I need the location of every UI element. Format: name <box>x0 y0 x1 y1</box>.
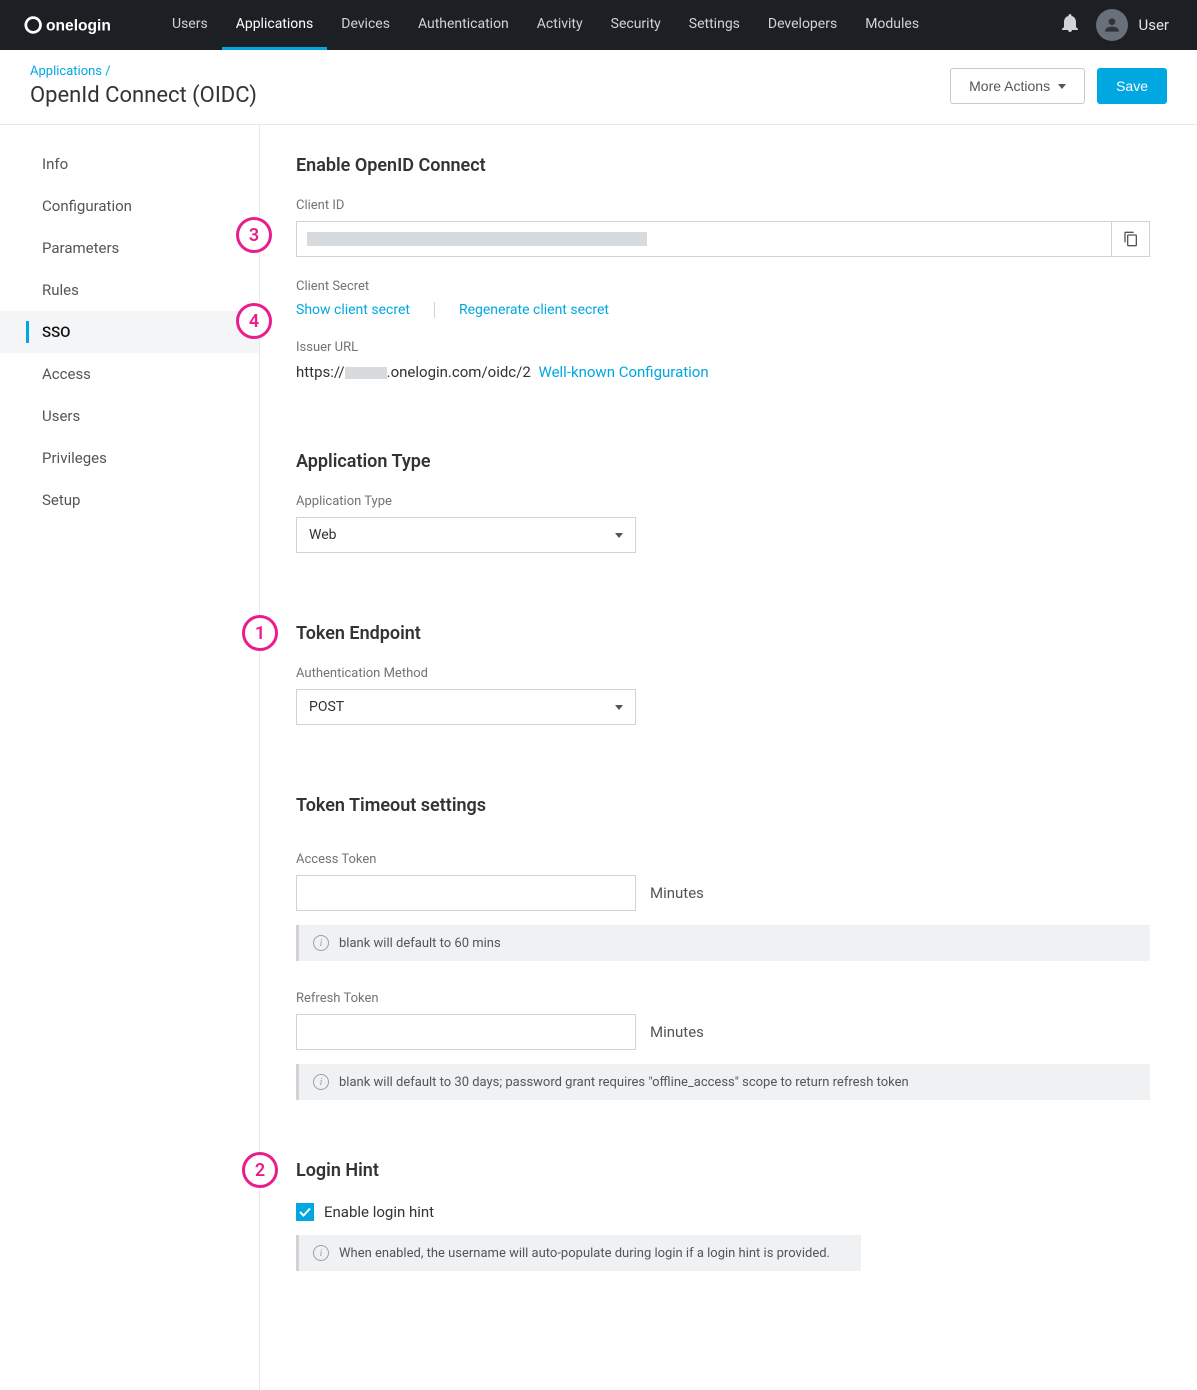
sidebar-item-setup[interactable]: Setup <box>0 479 259 521</box>
client-id-label: Client ID <box>296 198 1150 213</box>
nav-authentication[interactable]: Authentication <box>404 0 523 50</box>
refresh-token-input[interactable] <box>296 1014 636 1050</box>
brand-logo[interactable]: onelogin <box>24 14 134 36</box>
client-id-field[interactable] <box>296 221 1112 257</box>
sidebar-item-rules[interactable]: Rules <box>0 269 259 311</box>
auth-method-label: Authentication Method <box>296 666 1150 681</box>
auth-method-select[interactable]: POST <box>296 689 636 725</box>
sidebar-item-sso[interactable]: SSO <box>0 311 259 353</box>
section-title-apptype: Application Type <box>296 451 1150 472</box>
content: 3 4 Enable OpenID Connect Client ID Clie… <box>260 125 1180 1390</box>
section-title-token-endpoint: Token Endpoint <box>296 623 1150 644</box>
sidebar-item-access[interactable]: Access <box>0 353 259 395</box>
save-button[interactable]: Save <box>1097 68 1167 104</box>
issuer-url-value: https://.onelogin.com/oidc/2 Well-known … <box>296 363 1150 381</box>
avatar-icon <box>1096 9 1128 41</box>
annotation-3: 3 <box>236 217 272 253</box>
issuer-url-label: Issuer URL <box>296 340 1150 355</box>
svg-text:onelogin: onelogin <box>46 18 111 35</box>
breadcrumb-parent[interactable]: Applications <box>30 64 102 79</box>
nav-settings[interactable]: Settings <box>675 0 754 50</box>
sidebar-item-configuration[interactable]: Configuration <box>0 185 259 227</box>
page-title: OpenId Connect (OIDC) <box>30 83 257 108</box>
login-hint-info: i When enabled, the username will auto-p… <box>296 1235 861 1271</box>
apptype-select[interactable]: Web <box>296 517 636 553</box>
check-icon <box>299 1207 311 1217</box>
info-icon: i <box>313 1074 329 1090</box>
section-title-login-hint: Login Hint <box>296 1160 1150 1181</box>
chevron-down-icon <box>615 705 623 710</box>
regenerate-client-secret-link[interactable]: Regenerate client secret <box>459 302 609 318</box>
bell-icon[interactable] <box>1062 14 1078 36</box>
info-icon: i <box>313 1245 329 1261</box>
sidebar: Info Configuration Parameters Rules SSO … <box>0 125 260 1390</box>
nav-activity[interactable]: Activity <box>523 0 597 50</box>
refresh-token-unit: Minutes <box>650 1023 704 1041</box>
sidebar-item-parameters[interactable]: Parameters <box>0 227 259 269</box>
issuer-subdomain-masked <box>345 367 387 379</box>
annotation-4: 4 <box>236 303 272 339</box>
access-token-hint: i blank will default to 60 mins <box>296 925 1150 961</box>
nav-users[interactable]: Users <box>158 0 222 50</box>
annotation-1: 1 <box>242 615 278 651</box>
refresh-token-hint: i blank will default to 30 days; passwor… <box>296 1064 1150 1100</box>
nav-items: Users Applications Devices Authenticatio… <box>158 0 1062 50</box>
client-secret-label: Client Secret <box>296 279 1150 294</box>
client-id-masked-value <box>307 232 647 246</box>
more-actions-button[interactable]: More Actions <box>950 68 1085 104</box>
user-menu[interactable]: User <box>1096 9 1169 41</box>
annotation-2: 2 <box>242 1152 278 1188</box>
breadcrumb: Applications / <box>30 64 257 79</box>
refresh-token-label: Refresh Token <box>296 991 1150 1006</box>
sidebar-item-info[interactable]: Info <box>0 143 259 185</box>
user-label: User <box>1138 16 1169 34</box>
copy-icon <box>1123 231 1139 247</box>
well-known-config-link[interactable]: Well-known Configuration <box>539 363 709 381</box>
chevron-down-icon <box>1058 84 1066 89</box>
section-title-timeout: Token Timeout settings <box>296 795 1150 816</box>
nav-security[interactable]: Security <box>597 0 675 50</box>
section-title-oidc: Enable OpenID Connect <box>296 155 1150 176</box>
sidebar-item-users[interactable]: Users <box>0 395 259 437</box>
access-token-input[interactable] <box>296 875 636 911</box>
nav-developers[interactable]: Developers <box>754 0 851 50</box>
nav-modules[interactable]: Modules <box>851 0 933 50</box>
chevron-down-icon <box>615 533 623 538</box>
page-header: Applications / OpenId Connect (OIDC) Mor… <box>0 50 1197 125</box>
access-token-unit: Minutes <box>650 884 704 902</box>
show-client-secret-link[interactable]: Show client secret <box>296 302 410 318</box>
nav-applications[interactable]: Applications <box>222 0 328 50</box>
sidebar-item-privileges[interactable]: Privileges <box>0 437 259 479</box>
top-nav: onelogin Users Applications Devices Auth… <box>0 0 1197 50</box>
info-icon: i <box>313 935 329 951</box>
apptype-label: Application Type <box>296 494 1150 509</box>
nav-devices[interactable]: Devices <box>327 0 404 50</box>
access-token-label: Access Token <box>296 852 1150 867</box>
enable-login-hint-label: Enable login hint <box>324 1203 434 1221</box>
enable-login-hint-checkbox[interactable] <box>296 1203 314 1221</box>
copy-client-id-button[interactable] <box>1112 221 1150 257</box>
